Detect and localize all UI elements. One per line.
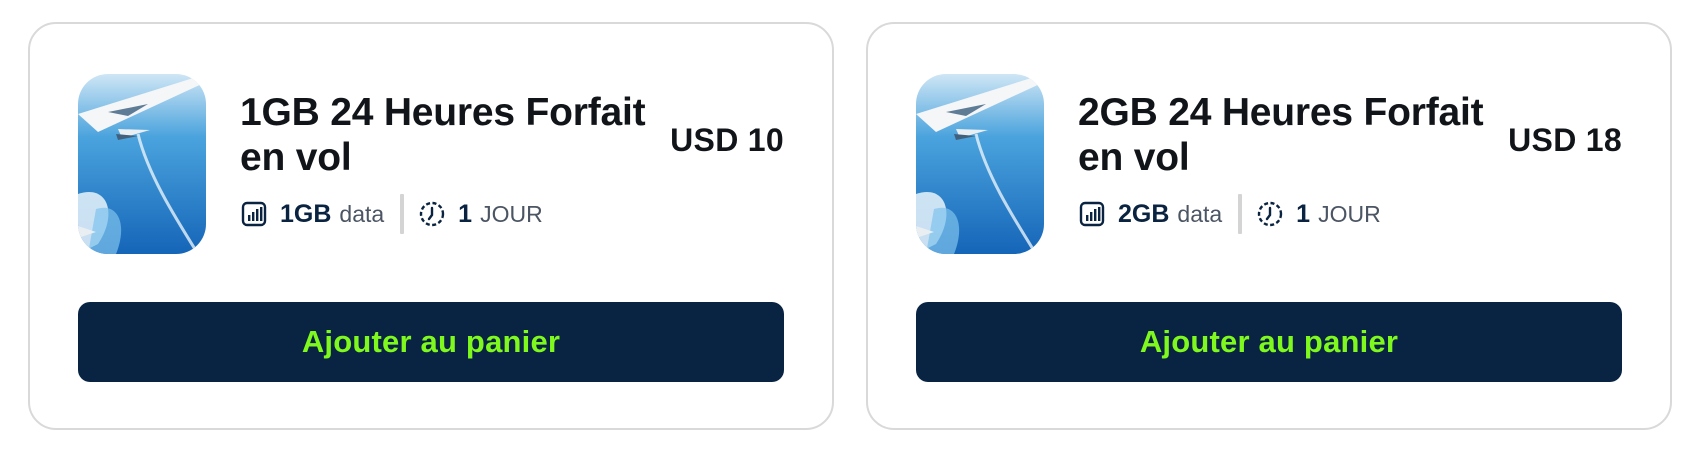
duration-amount: 1 bbox=[1296, 199, 1311, 228]
duration-unit: JOUR bbox=[480, 200, 543, 227]
duration-unit: JOUR bbox=[1318, 200, 1381, 227]
add-to-cart-button[interactable]: Ajouter au panier bbox=[916, 302, 1622, 382]
plan-title: 2GB 24 Heures Forfait en vol bbox=[1078, 91, 1484, 179]
airplane-wing-image bbox=[916, 74, 1044, 254]
signal-bars-icon bbox=[240, 200, 268, 228]
plan-list: 1GB 24 Heures Forfait en vol USD 10 1GB … bbox=[0, 0, 1694, 454]
plan-card: 2GB 24 Heures Forfait en vol USD 18 2GB … bbox=[866, 22, 1672, 430]
airplane-wing-image bbox=[78, 74, 206, 254]
signal-bars-icon bbox=[1078, 200, 1106, 228]
duration-amount: 1 bbox=[458, 199, 473, 228]
plan-specs: 2GB data 1 JOUR bbox=[1078, 194, 1381, 234]
spec-divider bbox=[1238, 194, 1243, 234]
clock-icon bbox=[1256, 200, 1284, 228]
clock-icon bbox=[418, 200, 446, 228]
data-amount: 2GB bbox=[1118, 199, 1170, 228]
add-to-cart-label: Ajouter au panier bbox=[1139, 324, 1399, 359]
add-to-cart-button[interactable]: Ajouter au panier bbox=[78, 302, 784, 382]
data-amount: 1GB bbox=[280, 199, 332, 228]
add-to-cart-label: Ajouter au panier bbox=[301, 324, 561, 359]
data-unit: data bbox=[1177, 200, 1223, 227]
spec-divider bbox=[400, 194, 405, 234]
plan-card: 1GB 24 Heures Forfait en vol USD 10 1GB … bbox=[28, 22, 834, 430]
plan-price: USD 18 bbox=[1508, 122, 1622, 158]
plan-title: 1GB 24 Heures Forfait en vol bbox=[240, 91, 646, 179]
plan-price: USD 10 bbox=[670, 122, 784, 158]
data-unit: data bbox=[339, 200, 385, 227]
plan-specs: 1GB data 1 JOUR bbox=[240, 194, 543, 234]
